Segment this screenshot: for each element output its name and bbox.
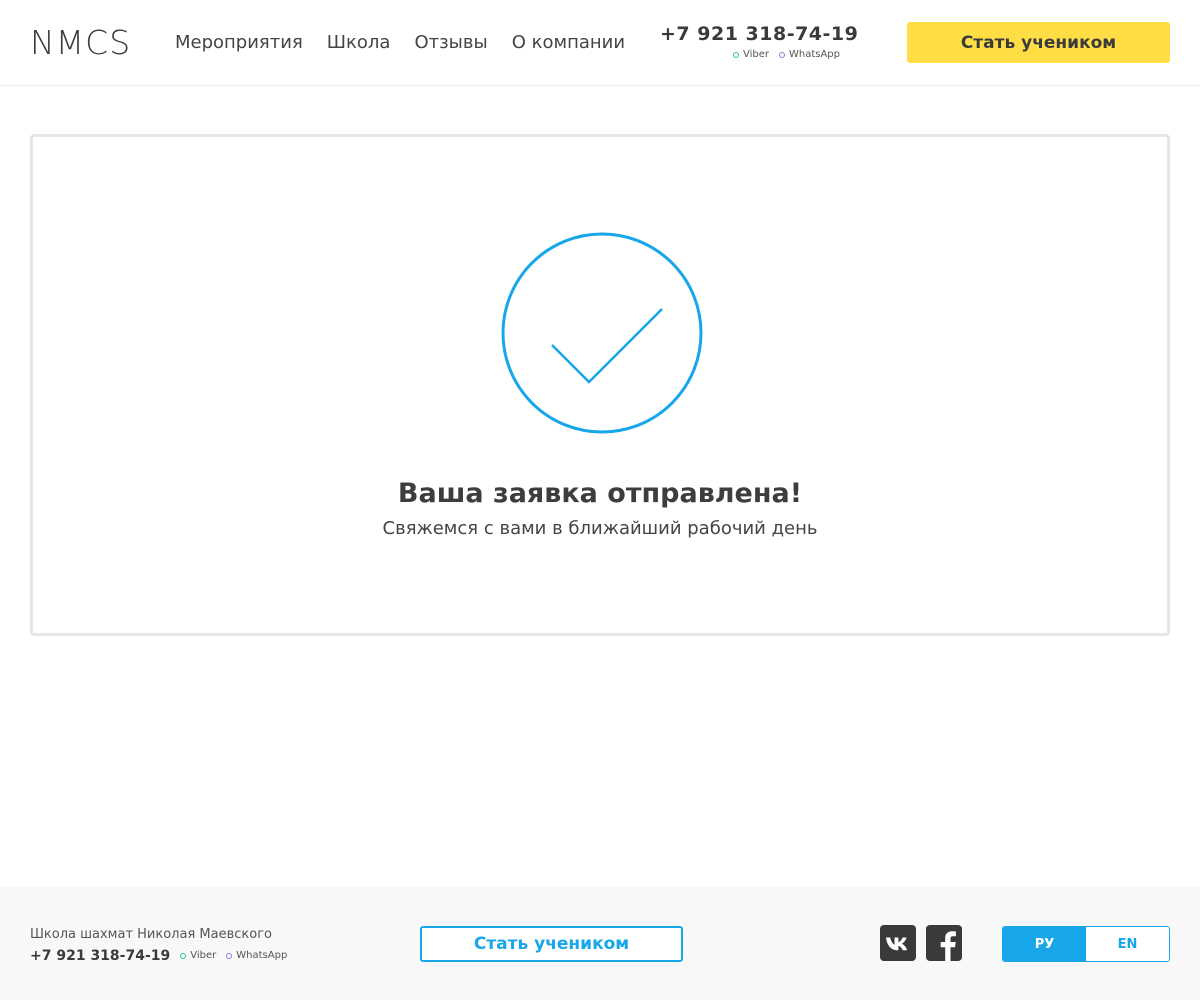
viber-link[interactable]: Viber	[732, 48, 769, 62]
viber-dot-icon	[732, 52, 739, 58]
whatsapp-dot-icon	[778, 52, 785, 58]
header-messengers: Viber WhatsApp	[660, 48, 840, 62]
footer-phone[interactable]: +7 921 318-74-19	[30, 948, 170, 964]
become-student-button[interactable]: Стать учеником	[907, 22, 1170, 63]
main-nav: Мероприятия Школа Отзывы О компании	[175, 30, 649, 56]
site-footer: Школа шахмат Николая Маевского +7 921 31…	[0, 887, 1200, 1000]
nav-item-reviews[interactable]: Отзывы	[414, 30, 487, 56]
success-title: Ваша заявка отправлена!	[397, 478, 803, 509]
facebook-icon[interactable]	[926, 925, 962, 961]
footer-messengers: Viber WhatsApp	[180, 949, 287, 963]
whatsapp-label: WhatsApp	[236, 950, 288, 961]
nav-item-about[interactable]: О компании	[512, 30, 625, 56]
nav-item-events[interactable]: Мероприятия	[175, 30, 303, 56]
site-header: NMCS Мероприятия Школа Отзывы О компании…	[0, 0, 1200, 86]
nav-item-school[interactable]: Школа	[327, 30, 391, 56]
viber-label: Viber	[190, 950, 217, 961]
viber-dot-icon	[180, 953, 187, 959]
footer-viber-link[interactable]: Viber	[180, 949, 216, 963]
footer-become-student-button[interactable]: Стать учеником	[420, 926, 683, 962]
success-subtitle: Свяжемся с вами в ближайший рабочий день	[382, 518, 818, 539]
header-phone[interactable]: +7 921 318-74-19	[660, 22, 858, 46]
footer-contact: +7 921 318-74-19 Viber WhatsApp	[30, 948, 287, 964]
viber-label: Viber	[742, 49, 769, 60]
success-check-icon	[500, 231, 704, 435]
whatsapp-label: WhatsApp	[788, 49, 840, 60]
whatsapp-link[interactable]: WhatsApp	[778, 48, 840, 62]
footer-school-name: Школа шахмат Николая Маевского	[30, 927, 272, 942]
whatsapp-dot-icon	[226, 953, 233, 959]
header-contact: +7 921 318-74-19 Viber WhatsApp	[660, 22, 858, 62]
success-card: Ваша заявка отправлена! Свяжемся с вами …	[30, 134, 1170, 636]
footer-whatsapp-link[interactable]: WhatsApp	[226, 949, 287, 963]
vk-icon[interactable]	[880, 925, 916, 961]
lang-en-button[interactable]: EN	[1086, 927, 1169, 961]
logo[interactable]: NMCS	[30, 24, 131, 62]
lang-ru-button[interactable]: РУ	[1003, 927, 1086, 961]
language-switcher: РУ EN	[1002, 926, 1170, 962]
